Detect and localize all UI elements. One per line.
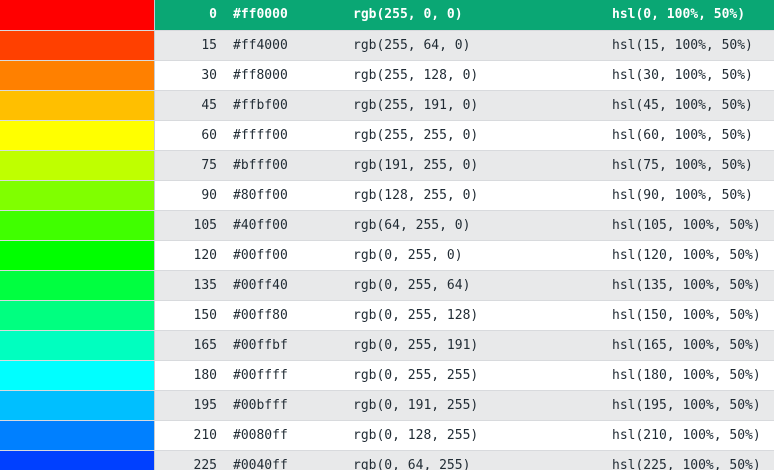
color-swatch bbox=[0, 450, 155, 470]
rgb-value: rgb(0, 255, 128) bbox=[353, 300, 612, 331]
hsl-value: hsl(90, 100%, 50%) bbox=[612, 180, 774, 211]
hsl-value: hsl(75, 100%, 50%) bbox=[612, 150, 774, 181]
hue-value: 225 bbox=[154, 450, 231, 470]
hex-value: #ff4000 bbox=[231, 30, 353, 61]
hsl-value: hsl(45, 100%, 50%) bbox=[612, 90, 774, 121]
hsl-value: hsl(150, 100%, 50%) bbox=[612, 300, 774, 331]
hex-value: #00bfff bbox=[231, 390, 353, 421]
rgb-value: rgb(255, 191, 0) bbox=[353, 90, 612, 121]
hsl-value: hsl(135, 100%, 50%) bbox=[612, 270, 774, 301]
color-swatch bbox=[0, 0, 155, 31]
hue-value: 45 bbox=[154, 90, 231, 121]
color-swatch bbox=[0, 30, 155, 61]
color-swatch bbox=[0, 330, 155, 361]
rgb-value: rgb(0, 255, 64) bbox=[353, 270, 612, 301]
color-row[interactable]: 15 #ff4000 rgb(255, 64, 0) hsl(15, 100%, 50… bbox=[0, 30, 774, 61]
hex-value: #ffff00 bbox=[231, 120, 353, 151]
color-row[interactable]: 90 #80ff00 rgb(128, 255, 0) hsl(90, 100%, 5… bbox=[0, 180, 774, 211]
hue-value: 15 bbox=[154, 30, 231, 61]
hex-value: #00ff00 bbox=[231, 240, 353, 271]
hsl-value: hsl(60, 100%, 50%) bbox=[612, 120, 774, 151]
color-swatch bbox=[0, 270, 155, 301]
color-row[interactable]: 225 #0040ff rgb(0, 64, 255) hsl(225, 100%, … bbox=[0, 450, 774, 470]
color-row[interactable]: 30 #ff8000 rgb(255, 128, 0) hsl(30, 100%, 5… bbox=[0, 60, 774, 91]
hue-value: 120 bbox=[154, 240, 231, 271]
rgb-value: rgb(255, 64, 0) bbox=[353, 30, 612, 61]
rgb-value: rgb(0, 191, 255) bbox=[353, 390, 612, 421]
hue-value: 0 bbox=[154, 0, 231, 31]
hex-value: #ff8000 bbox=[231, 60, 353, 91]
hue-value: 150 bbox=[154, 300, 231, 331]
rgb-value: rgb(0, 64, 255) bbox=[353, 450, 612, 470]
hue-value: 210 bbox=[154, 420, 231, 451]
color-row[interactable]: 180 #00ffff rgb(0, 255, 255) hsl(180, 100%,… bbox=[0, 360, 774, 391]
hex-value: #ffbf00 bbox=[231, 90, 353, 121]
color-row[interactable]: 165 #00ffbf rgb(0, 255, 191) hsl(165, 100%,… bbox=[0, 330, 774, 361]
color-swatch bbox=[0, 150, 155, 181]
rgb-value: rgb(0, 255, 255) bbox=[353, 360, 612, 391]
hex-value: #ff0000 bbox=[231, 0, 353, 31]
rgb-value: rgb(0, 255, 191) bbox=[353, 330, 612, 361]
color-row[interactable]: 195 #00bfff rgb(0, 191, 255) hsl(195, 100%,… bbox=[0, 390, 774, 421]
color-row[interactable]: 135 #00ff40 rgb(0, 255, 64) hsl(135, 100%, … bbox=[0, 270, 774, 301]
hex-value: #40ff00 bbox=[231, 210, 353, 241]
hue-value: 195 bbox=[154, 390, 231, 421]
color-swatch bbox=[0, 210, 155, 241]
hex-value: #00ff40 bbox=[231, 270, 353, 301]
hex-value: #bfff00 bbox=[231, 150, 353, 181]
hue-value: 60 bbox=[154, 120, 231, 151]
hsl-value: hsl(225, 100%, 50%) bbox=[612, 450, 774, 470]
color-swatch bbox=[0, 300, 155, 331]
color-swatch bbox=[0, 390, 155, 421]
color-swatch bbox=[0, 180, 155, 211]
rgb-value: rgb(255, 128, 0) bbox=[353, 60, 612, 91]
rgb-value: rgb(0, 255, 0) bbox=[353, 240, 612, 271]
rgb-value: rgb(64, 255, 0) bbox=[353, 210, 612, 241]
color-table-body: 0 #ff0000 rgb(255, 0, 0) hsl(0, 100%, 50%) 1… bbox=[0, 0, 774, 470]
rgb-value: rgb(0, 128, 255) bbox=[353, 420, 612, 451]
hsl-value: hsl(120, 100%, 50%) bbox=[612, 240, 774, 271]
hue-value: 135 bbox=[154, 270, 231, 301]
hex-value: #0080ff bbox=[231, 420, 353, 451]
hsl-value: hsl(15, 100%, 50%) bbox=[612, 30, 774, 61]
hsl-value: hsl(165, 100%, 50%) bbox=[612, 330, 774, 361]
color-row[interactable]: 105 #40ff00 rgb(64, 255, 0) hsl(105, 100%, … bbox=[0, 210, 774, 241]
hue-value: 165 bbox=[154, 330, 231, 361]
hsl-value: hsl(195, 100%, 50%) bbox=[612, 390, 774, 421]
color-swatch bbox=[0, 360, 155, 391]
color-row[interactable]: 75 #bfff00 rgb(191, 255, 0) hsl(75, 100%, 5… bbox=[0, 150, 774, 181]
color-swatch bbox=[0, 120, 155, 151]
color-row[interactable]: 45 #ffbf00 rgb(255, 191, 0) hsl(45, 100%, 5… bbox=[0, 90, 774, 121]
hsl-value: hsl(180, 100%, 50%) bbox=[612, 360, 774, 391]
color-swatch bbox=[0, 420, 155, 451]
hue-value: 180 bbox=[154, 360, 231, 391]
rgb-value: rgb(255, 255, 0) bbox=[353, 120, 612, 151]
hue-value: 75 bbox=[154, 150, 231, 181]
hue-value: 30 bbox=[154, 60, 231, 91]
color-row[interactable]: 210 #0080ff rgb(0, 128, 255) hsl(210, 100%,… bbox=[0, 420, 774, 451]
color-row[interactable]: 0 #ff0000 rgb(255, 0, 0) hsl(0, 100%, 50%) bbox=[0, 0, 774, 31]
hex-value: #00ffff bbox=[231, 360, 353, 391]
color-row[interactable]: 150 #00ff80 rgb(0, 255, 128) hsl(150, 100%,… bbox=[0, 300, 774, 331]
rgb-value: rgb(255, 0, 0) bbox=[353, 0, 612, 31]
hsl-value: hsl(210, 100%, 50%) bbox=[612, 420, 774, 451]
hue-value: 105 bbox=[154, 210, 231, 241]
color-hue-table: 0 #ff0000 rgb(255, 0, 0) hsl(0, 100%, 50%) 1… bbox=[0, 0, 774, 470]
color-row[interactable]: 60 #ffff00 rgb(255, 255, 0) hsl(60, 100%, 5… bbox=[0, 120, 774, 151]
hsl-value: hsl(0, 100%, 50%) bbox=[612, 0, 774, 31]
hex-value: #00ffbf bbox=[231, 330, 353, 361]
hex-value: #80ff00 bbox=[231, 180, 353, 211]
rgb-value: rgb(128, 255, 0) bbox=[353, 180, 612, 211]
hex-value: #00ff80 bbox=[231, 300, 353, 331]
hsl-value: hsl(30, 100%, 50%) bbox=[612, 60, 774, 91]
rgb-value: rgb(191, 255, 0) bbox=[353, 150, 612, 181]
hex-value: #0040ff bbox=[231, 450, 353, 470]
color-swatch bbox=[0, 60, 155, 91]
color-row[interactable]: 120 #00ff00 rgb(0, 255, 0) hsl(120, 100%, 5… bbox=[0, 240, 774, 271]
hue-value: 90 bbox=[154, 180, 231, 211]
hsl-value: hsl(105, 100%, 50%) bbox=[612, 210, 774, 241]
color-swatch bbox=[0, 90, 155, 121]
color-swatch bbox=[0, 240, 155, 271]
